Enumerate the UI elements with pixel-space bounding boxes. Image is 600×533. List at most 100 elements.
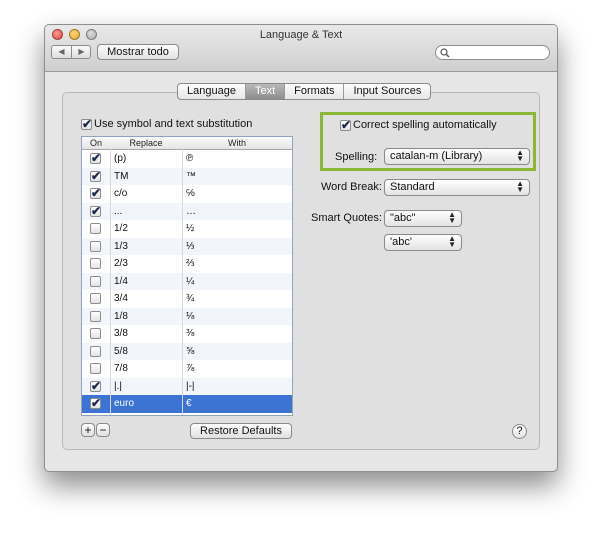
- row-with-text: ½: [186, 223, 195, 234]
- up-down-arrows-icon: ▲ ▼: [448, 234, 456, 249]
- row-enabled-checkbox[interactable]: [90, 223, 101, 234]
- row-with-text: ⅔: [186, 258, 195, 269]
- tab-language[interactable]: Language: [178, 84, 246, 99]
- forward-button[interactable]: ▶: [72, 46, 91, 58]
- row-checkbox-cell: ✔: [90, 397, 101, 409]
- column-header-on[interactable]: On: [82, 137, 110, 149]
- table-row[interactable]: 1/8 ⅛: [82, 307, 292, 325]
- row-enabled-checkbox[interactable]: [90, 363, 101, 374]
- row-with-text: ¼: [186, 275, 195, 287]
- row-replace-text: TM: [114, 170, 129, 182]
- row-enabled-checkbox[interactable]: ✔: [90, 187, 101, 199]
- row-with-text: ™: [186, 170, 196, 182]
- row-with-text: €: [186, 398, 192, 409]
- row-enabled-checkbox[interactable]: ✔: [90, 205, 101, 217]
- row-checkbox-cell: [90, 258, 101, 269]
- remove-button[interactable]: −: [96, 423, 110, 437]
- table-row[interactable]: 7/8 ⅞: [82, 360, 292, 378]
- add-button[interactable]: +: [81, 423, 95, 437]
- restore-defaults-button[interactable]: Restore Defaults: [190, 423, 292, 439]
- up-down-arrows-icon: ▲ ▼: [516, 179, 524, 194]
- row-with-text: ⅓: [186, 240, 195, 252]
- table-row[interactable]: ✔ euro €: [82, 395, 292, 413]
- row-replace-text: 3/4: [114, 293, 128, 304]
- up-down-arrows-icon: ▲ ▼: [516, 148, 524, 163]
- row-enabled-checkbox[interactable]: ✔: [90, 380, 101, 392]
- table-row[interactable]: 3/8 ⅜: [82, 325, 292, 343]
- table-row[interactable]: ✔...…: [82, 202, 292, 220]
- table-row[interactable]: 5/8 ⅝: [82, 342, 292, 360]
- smart-quotes-label: Smart Quotes:: [311, 212, 382, 224]
- row-with-text: ⅜: [186, 328, 195, 339]
- double-quotes-value: "abc": [390, 212, 416, 224]
- row-replace-text: ...: [114, 205, 123, 217]
- tab-text[interactable]: Text: [245, 84, 286, 99]
- row-enabled-checkbox[interactable]: [90, 258, 101, 269]
- row-enabled-checkbox[interactable]: ✔: [90, 170, 101, 182]
- row-with-text: |-|: [186, 380, 195, 392]
- spelling-label: Spelling:: [335, 151, 378, 163]
- row-checkbox-cell: [90, 223, 101, 234]
- column-header-with[interactable]: With: [182, 137, 292, 149]
- row-checkbox-cell: [90, 310, 101, 322]
- table-row[interactable]: 1/4 ¼: [82, 272, 292, 290]
- row-replace-text: |.|: [114, 380, 122, 392]
- table-row[interactable]: 3/4 ¾: [82, 290, 292, 308]
- row-replace-text: c/o: [114, 188, 128, 199]
- row-enabled-checkbox[interactable]: ✔: [90, 152, 101, 164]
- table-row[interactable]: ✔ TM ™: [82, 167, 292, 185]
- table-header: On Replace With: [82, 137, 292, 150]
- tab-input-sources[interactable]: Input Sources: [344, 84, 430, 99]
- row-replace-text: 2/3: [114, 258, 128, 269]
- up-down-arrows-icon: ▲ ▼: [448, 210, 456, 225]
- row-enabled-checkbox[interactable]: [90, 240, 101, 252]
- table-body: ✔ (p) ℗ ✔ TM ™ ✔ c/o ℅ ✔... … 1/2 ½ 1/3 ⅓ 2/3 ⅔ 1/4 ¼ 3/4 ¾ 1…: [82, 150, 292, 413]
- table-row[interactable]: 2/3 ⅔: [82, 255, 292, 273]
- show-all-button[interactable]: Mostrar todo: [97, 44, 179, 60]
- row-replace-text: 1/3: [114, 240, 128, 252]
- back-forward-control: ◀ ▶: [51, 45, 91, 59]
- table-row[interactable]: ✔ (p) ℗: [82, 150, 292, 168]
- row-enabled-checkbox[interactable]: [90, 293, 101, 304]
- single-quotes-value: 'abc': [390, 236, 412, 248]
- back-button[interactable]: ◀: [52, 46, 71, 58]
- row-with-text: ¾: [186, 293, 195, 304]
- row-enabled-checkbox[interactable]: [90, 310, 101, 322]
- tab-formats[interactable]: Formats: [285, 84, 345, 99]
- row-with-text: ⅝: [186, 345, 195, 357]
- search-icon: [440, 48, 450, 58]
- row-replace-text: 7/8: [114, 363, 128, 374]
- row-enabled-checkbox[interactable]: [90, 345, 101, 357]
- column-header-replace[interactable]: Replace: [110, 137, 182, 149]
- row-with-text: ⅛: [186, 310, 195, 322]
- spelling-value: catalan-m (Library): [390, 150, 483, 162]
- spelling-popup[interactable]: catalan-m (Library) ▲ ▼: [384, 148, 530, 165]
- row-checkbox-cell: [90, 345, 101, 357]
- correct-spelling-checkbox[interactable]: ✔: [340, 119, 351, 131]
- table-row[interactable]: ✔ c/o ℅: [82, 185, 292, 203]
- word-break-label: Word Break:: [321, 181, 382, 193]
- table-row[interactable]: 1/3 ⅓: [82, 237, 292, 255]
- symbol-substitution-checkbox[interactable]: ✔: [81, 118, 92, 130]
- row-enabled-checkbox[interactable]: [90, 328, 101, 339]
- row-checkbox-cell: [90, 328, 101, 339]
- word-break-popup[interactable]: Standard ▲ ▼: [384, 179, 530, 196]
- table-row[interactable]: 1/2 ½: [82, 220, 292, 238]
- row-replace-text: 3/8: [114, 328, 128, 339]
- search-field[interactable]: [435, 45, 550, 60]
- help-button[interactable]: ?: [512, 424, 527, 439]
- correct-spelling-label: Correct spelling automatically: [353, 119, 497, 131]
- row-enabled-checkbox[interactable]: ✔: [90, 397, 101, 409]
- single-quotes-popup[interactable]: 'abc' ▲ ▼: [384, 234, 462, 251]
- row-with-text: ℅: [186, 188, 195, 199]
- row-with-text: ℗: [186, 153, 194, 164]
- title-bar: Language & Text ◀ ▶ Mostrar todo: [45, 25, 557, 72]
- word-break-value: Standard: [390, 181, 435, 193]
- tab-bar: Language Text Formats Input Sources: [177, 83, 432, 100]
- window-title: Language & Text: [259, 29, 343, 41]
- row-enabled-checkbox[interactable]: [90, 275, 101, 287]
- double-quotes-popup[interactable]: "abc" ▲ ▼: [384, 210, 462, 227]
- row-checkbox-cell: [90, 275, 101, 287]
- table-row[interactable]: ✔ |.| |-|: [82, 377, 292, 395]
- row-checkbox-cell: ✔: [90, 205, 101, 217]
